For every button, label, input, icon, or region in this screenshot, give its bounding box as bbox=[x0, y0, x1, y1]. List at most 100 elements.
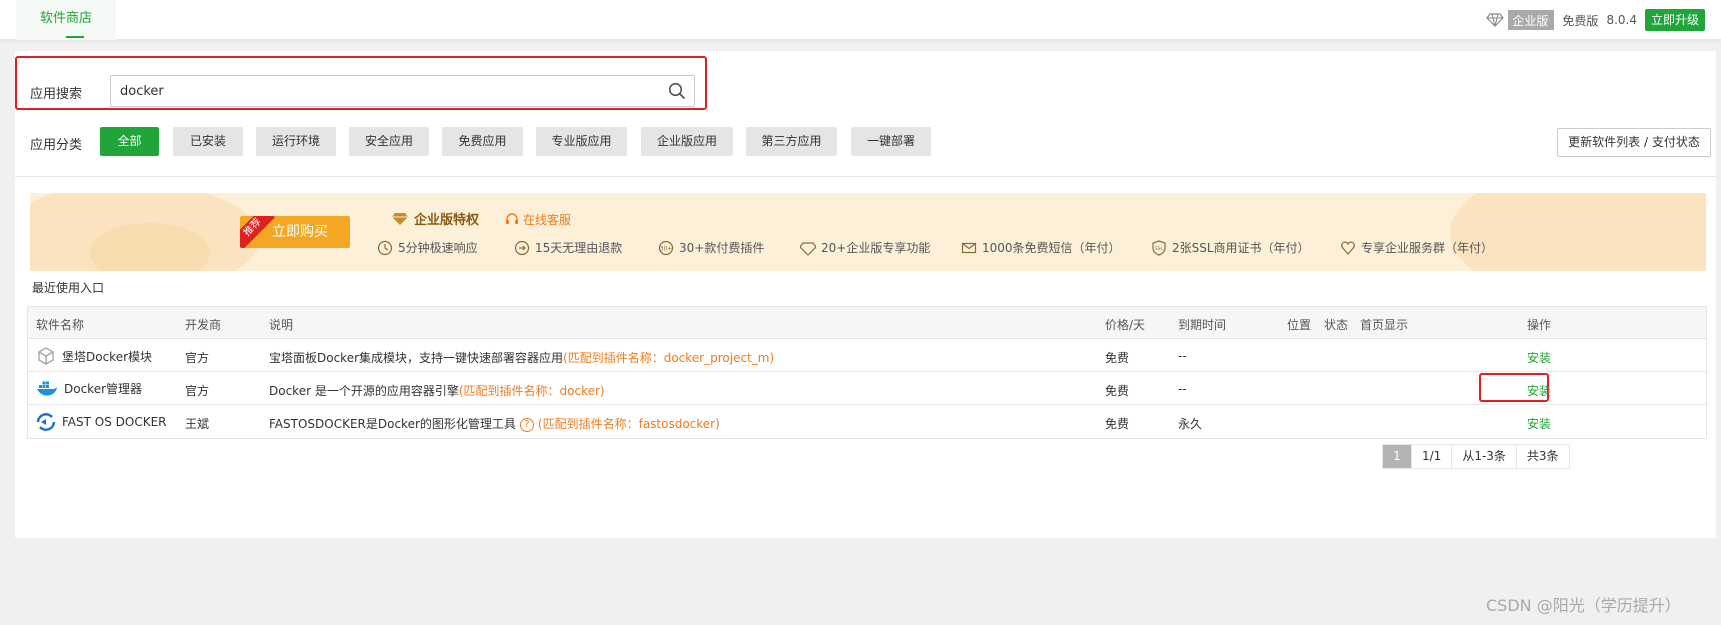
category-enterprise[interactable]: 企业版应用 bbox=[641, 127, 733, 156]
diamond-outline-icon bbox=[800, 241, 816, 256]
price-cell: 免费 bbox=[1105, 384, 1130, 398]
feature-label: 专享企业服务群（年付） bbox=[1361, 241, 1494, 255]
table-header: 软件名称 开发商 说明 价格/天 到期时间 位置 状态 首页显示 操作 bbox=[28, 307, 1706, 339]
buy-now-button[interactable]: 推荐 立即购买 bbox=[240, 216, 350, 248]
recommend-ribbon: 推荐 bbox=[240, 216, 275, 248]
category-pro[interactable]: 专业版应用 bbox=[536, 127, 627, 156]
feature-item: 30+ 30+款付费插件 bbox=[658, 239, 764, 256]
feature-item: 5分钟极速响应 bbox=[377, 239, 478, 256]
enterprise-badge[interactable]: 企业版 bbox=[1482, 10, 1555, 30]
feature-label: 1000条免费短信（年付） bbox=[982, 241, 1121, 255]
software-name: 堡塔Docker模块 bbox=[62, 349, 153, 364]
category-all[interactable]: 全部 bbox=[100, 127, 159, 156]
category-free[interactable]: 免费应用 bbox=[442, 127, 523, 156]
docker-whale-icon bbox=[37, 381, 57, 396]
mail-icon bbox=[961, 242, 977, 253]
promo-decoration bbox=[1450, 193, 1706, 271]
page-current[interactable]: 1 bbox=[1383, 445, 1411, 468]
divider bbox=[15, 176, 1716, 177]
diamond-icon bbox=[392, 212, 408, 225]
software-name-cell: 堡塔Docker模块 bbox=[36, 346, 152, 366]
description-text: FASTOSDOCKER是Docker的图形化管理工具 bbox=[269, 417, 516, 431]
header-expire: 到期时间 bbox=[1178, 318, 1227, 332]
headset-icon bbox=[506, 212, 518, 224]
clock-icon bbox=[377, 240, 393, 255]
category-runtime[interactable]: 运行环境 bbox=[256, 127, 336, 156]
customer-service-link[interactable]: 在线客服 bbox=[505, 211, 571, 228]
pagination: 1 1/1 从1-3条 共3条 bbox=[1382, 444, 1570, 469]
category-installed[interactable]: 已安装 bbox=[173, 127, 243, 156]
table-row: FAST OS DOCKER 王斌 FASTOSDOCKER是Docker的图形… bbox=[28, 405, 1706, 438]
promo-banner: 推荐 立即购买 企业版特权 在线客服 5分钟极速响应 15天无理由退款 30+ … bbox=[30, 193, 1706, 271]
heart-diamond-icon bbox=[1341, 241, 1355, 255]
price-cell: 免费 bbox=[1105, 417, 1130, 431]
feature-item: 专享企业服务群（年付） bbox=[1340, 239, 1493, 256]
category-security[interactable]: 安全应用 bbox=[349, 127, 429, 156]
category-label: 应用分类 bbox=[30, 138, 83, 153]
install-button[interactable]: 安装 bbox=[1527, 382, 1551, 399]
header-developer: 开发商 bbox=[185, 318, 222, 332]
customer-service-label: 在线客服 bbox=[523, 213, 572, 227]
promo-title-text: 企业版特权 bbox=[414, 213, 480, 228]
promo-title: 企业版特权 bbox=[392, 209, 479, 228]
buy-now-label: 立即购买 bbox=[272, 224, 328, 240]
page-total: 共3条 bbox=[1515, 445, 1569, 468]
feature-label: 2张SSL商用证书（年付） bbox=[1172, 241, 1310, 255]
topbar-right: 企业版 免费版 8.0.4 立即升级 bbox=[1482, 8, 1705, 32]
price-cell: 免费 bbox=[1105, 351, 1130, 365]
header-action: 操作 bbox=[1527, 318, 1552, 332]
header-location: 位置 bbox=[1287, 318, 1312, 332]
top-bar: 软件商店 企业版 免费版 8.0.4 立即升级 bbox=[0, 0, 1721, 40]
diamond-icon bbox=[1482, 10, 1509, 30]
refund-icon bbox=[514, 240, 530, 255]
search-icon[interactable] bbox=[668, 82, 686, 100]
search-label: 应用搜索 bbox=[30, 87, 83, 102]
developer-cell: 官方 bbox=[185, 351, 210, 365]
description-cell: Docker 是一个开源的应用容器引擎(匹配到插件名称：docker) bbox=[269, 382, 605, 399]
free-edition-label: 免费版 bbox=[1562, 13, 1599, 28]
feature-label: 15天无理由退款 bbox=[535, 241, 623, 255]
version-label: 8.0.4 bbox=[1606, 13, 1637, 27]
developer-cell: 王斌 bbox=[185, 417, 210, 431]
header-homepage: 首页显示 bbox=[1360, 318, 1409, 332]
software-name: FAST OS DOCKER bbox=[62, 415, 167, 429]
header-desc: 说明 bbox=[269, 318, 294, 332]
help-icon[interactable]: ? bbox=[519, 417, 534, 432]
feature-label: 30+款付费插件 bbox=[679, 241, 765, 255]
table-row: 堡塔Docker模块 官方 宝塔面板Docker集成模块，支持一键快速部署容器应… bbox=[28, 339, 1706, 372]
recent-entry-label: 最近使用入口 bbox=[32, 281, 105, 295]
feature-item: 1000条免费短信（年付） bbox=[961, 239, 1121, 256]
description-text: Docker 是一个开源的应用容器引擎 bbox=[269, 384, 459, 398]
upgrade-button[interactable]: 立即升级 bbox=[1644, 9, 1705, 31]
expire-cell: -- bbox=[1178, 349, 1187, 363]
category-one-click[interactable]: 一键部署 bbox=[851, 127, 931, 156]
plugin-icon: 30+ bbox=[658, 240, 674, 255]
enterprise-label: 企业版 bbox=[1512, 13, 1549, 28]
description-text: 宝塔面板Docker集成模块，支持一键快速部署容器应用 bbox=[269, 351, 564, 365]
description-cell: FASTOSDOCKER是Docker的图形化管理工具? (匹配到插件名称：fas… bbox=[269, 415, 720, 432]
software-table: 软件名称 开发商 说明 价格/天 到期时间 位置 状态 首页显示 操作 堡塔Do… bbox=[27, 306, 1707, 439]
install-button[interactable]: 安装 bbox=[1527, 415, 1551, 432]
tab-software-store[interactable]: 软件商店 bbox=[16, 0, 116, 40]
header-name: 软件名称 bbox=[36, 318, 85, 332]
svg-text:30+: 30+ bbox=[660, 245, 673, 252]
ssl-shield-icon: SSL bbox=[1152, 239, 1166, 256]
software-name-cell: Docker管理器 bbox=[36, 379, 142, 397]
search-input[interactable] bbox=[110, 75, 695, 107]
match-note: (匹配到插件名称：docker_project_m) bbox=[563, 351, 775, 365]
feature-label: 20+企业版专享功能 bbox=[821, 241, 931, 255]
developer-cell: 官方 bbox=[185, 384, 210, 398]
page-range: 从1-3条 bbox=[1451, 445, 1516, 468]
expire-cell: -- bbox=[1178, 382, 1187, 396]
software-name-cell: FAST OS DOCKER bbox=[36, 412, 167, 432]
svg-text:SSL: SSL bbox=[1155, 246, 1164, 252]
expire-cell: 永久 bbox=[1178, 417, 1203, 431]
category-third-party[interactable]: 第三方应用 bbox=[746, 127, 837, 156]
description-cell: 宝塔面板Docker集成模块，支持一键快速部署容器应用(匹配到插件名称：dock… bbox=[269, 349, 774, 366]
fastos-logo-icon bbox=[36, 413, 56, 431]
watermark: CSDN @阳光（学历提升） bbox=[1486, 596, 1681, 615]
install-button[interactable]: 安装 bbox=[1527, 349, 1551, 366]
refresh-list-button[interactable]: 更新软件列表 / 支付状态 bbox=[1557, 128, 1711, 157]
match-note: (匹配到插件名称：fastosdocker) bbox=[537, 417, 720, 431]
feature-item: SSL 2张SSL商用证书（年付） bbox=[1151, 239, 1310, 256]
